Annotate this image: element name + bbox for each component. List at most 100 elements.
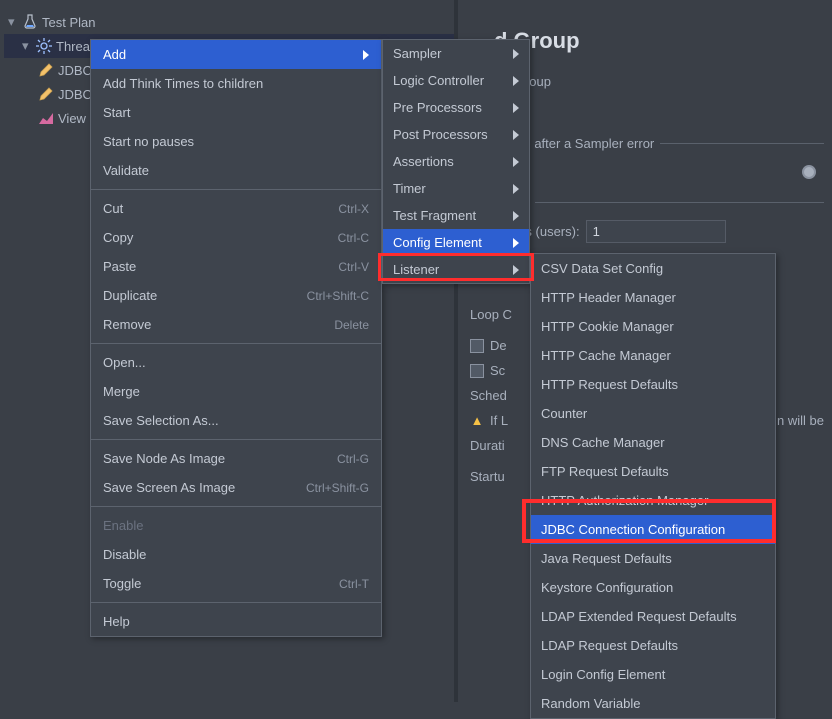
threads-input[interactable] (586, 220, 726, 243)
submenu-item[interactable]: Pre Processors (383, 94, 529, 121)
pencil-icon (38, 86, 54, 102)
submenu-arrow-icon (513, 265, 519, 275)
submenu-arrow-icon (513, 76, 519, 86)
submenu-item-label: Config Element (393, 235, 482, 250)
menu-item[interactable]: Copy Ctrl-C (91, 223, 381, 252)
menu-item-label: Enable (103, 518, 143, 533)
submenu-item[interactable]: Logic Controller (383, 67, 529, 94)
menu-item[interactable]: Open... (91, 348, 381, 377)
menu-item-label: Open... (103, 355, 146, 370)
menu-item: Enable (91, 511, 381, 540)
tree-item-label: JDBC (58, 87, 92, 102)
warning-icon: ▲ (470, 413, 484, 428)
submenu-item[interactable]: Config Element (383, 229, 529, 256)
menu-item-label: Remove (103, 317, 151, 332)
menu-item[interactable]: RemoveDelete (91, 310, 381, 339)
config-item[interactable]: Login Config Element (531, 660, 775, 689)
scheduler-title-fragment: Sched (470, 388, 507, 403)
config-item[interactable]: HTTP Cookie Manager (531, 312, 775, 341)
tree-item-test-plan[interactable]: ▾ Test Plan (4, 10, 454, 34)
submenu-arrow-icon (513, 184, 519, 194)
menu-item-label: Copy (103, 230, 133, 245)
menu-item[interactable]: Validate (91, 156, 381, 185)
shortcut-label: Ctrl-C (338, 231, 369, 245)
shortcut-label: Ctrl+Shift-C (307, 289, 369, 303)
config-item[interactable]: Random Variable (531, 689, 775, 718)
submenu-item[interactable]: Timer (383, 175, 529, 202)
config-item[interactable]: Keystore Configuration (531, 573, 775, 602)
menu-item-label: Start no pauses (103, 134, 194, 149)
tree-arrow-icon: ▾ (22, 38, 32, 54)
menu-item[interactable]: Save Selection As... (91, 406, 381, 435)
menu-item[interactable]: Start no pauses (91, 127, 381, 156)
menu-separator (91, 602, 381, 603)
divider-line (535, 202, 824, 203)
config-item[interactable]: LDAP Request Defaults (531, 631, 775, 660)
delay-checkbox[interactable] (470, 339, 484, 353)
config-item[interactable]: HTTP Authorization Manager (531, 486, 775, 515)
config-item[interactable]: HTTP Request Defaults (531, 370, 775, 399)
menu-item[interactable]: Paste Ctrl-V (91, 252, 381, 281)
menu-separator (91, 439, 381, 440)
duration-label-fragment: Durati (470, 438, 505, 453)
beaker-icon (22, 14, 38, 30)
menu-separator (91, 343, 381, 344)
config-item[interactable]: LDAP Extended Request Defaults (531, 602, 775, 631)
menu-item-label: Validate (103, 163, 149, 178)
submenu-item[interactable]: Listener (383, 256, 529, 283)
shortcut-label: Ctrl+Shift-G (306, 481, 369, 495)
tree-item-label: View (58, 111, 86, 126)
menu-item-label: Start (103, 105, 130, 120)
submenu-item-label: Logic Controller (393, 73, 484, 88)
scheduler-label-fragment: Sc (490, 363, 505, 378)
menu-item[interactable]: Add (91, 40, 381, 69)
menu-item[interactable]: Merge (91, 377, 381, 406)
submenu-item[interactable]: Post Processors (383, 121, 529, 148)
config-item[interactable]: HTTP Cache Manager (531, 341, 775, 370)
submenu-item[interactable]: Test Fragment (383, 202, 529, 229)
willbe-fragment: n will be (777, 413, 824, 428)
submenu-arrow-icon (363, 50, 369, 60)
menu-item[interactable]: Start (91, 98, 381, 127)
submenu-item[interactable]: Sampler (383, 40, 529, 67)
tree-item-label: Test Plan (42, 15, 95, 30)
context-menu: Add Add Think Times to children Start Start… (90, 39, 382, 637)
menu-item-label: Paste (103, 259, 136, 274)
config-item[interactable]: HTTP Header Manager (531, 283, 775, 312)
menu-item[interactable]: CutCtrl-X (91, 194, 381, 223)
config-item[interactable]: DNS Cache Manager (531, 428, 775, 457)
menu-item-label: Add Think Times to children (103, 76, 263, 91)
menu-item-label: Toggle (103, 576, 141, 591)
menu-item[interactable]: Save Screen As ImageCtrl+Shift-G (91, 473, 381, 502)
submenu-item-label: Listener (393, 262, 439, 277)
submenu-arrow-icon (513, 157, 519, 167)
menu-item-label: Help (103, 614, 130, 629)
config-item[interactable]: CSV Data Set Config (531, 254, 775, 283)
menu-item[interactable]: Add Think Times to children (91, 69, 381, 98)
config-item[interactable]: JDBC Connection Configuration (531, 515, 775, 544)
menu-item-label: Save Selection As... (103, 413, 219, 428)
submenu-arrow-icon (513, 130, 519, 140)
submenu-item[interactable]: Assertions (383, 148, 529, 175)
menu-item[interactable]: ToggleCtrl-T (91, 569, 381, 598)
menu-item-label: Cut (103, 201, 123, 216)
menu-item[interactable]: Save Node As ImageCtrl-G (91, 444, 381, 473)
shortcut-label: Ctrl-V (338, 260, 369, 274)
submenu-item-label: Test Fragment (393, 208, 476, 223)
menu-item[interactable]: Disable (91, 540, 381, 569)
scheduler-checkbox[interactable] (470, 364, 484, 378)
submenu-arrow-icon (513, 211, 519, 221)
menu-item-label: Save Node As Image (103, 451, 225, 466)
menu-item[interactable]: Help (91, 607, 381, 636)
gear-icon (36, 38, 52, 54)
config-item[interactable]: Java Request Defaults (531, 544, 775, 573)
radio-option[interactable] (802, 165, 816, 179)
menu-item-label: Merge (103, 384, 140, 399)
submenu-item-label: Timer (393, 181, 426, 196)
submenu-item-label: Sampler (393, 46, 441, 61)
config-item[interactable]: Counter (531, 399, 775, 428)
menu-item[interactable]: DuplicateCtrl+Shift-C (91, 281, 381, 310)
submenu-arrow-icon (513, 49, 519, 59)
config-item[interactable]: FTP Request Defaults (531, 457, 775, 486)
submenu-item-label: Assertions (393, 154, 454, 169)
